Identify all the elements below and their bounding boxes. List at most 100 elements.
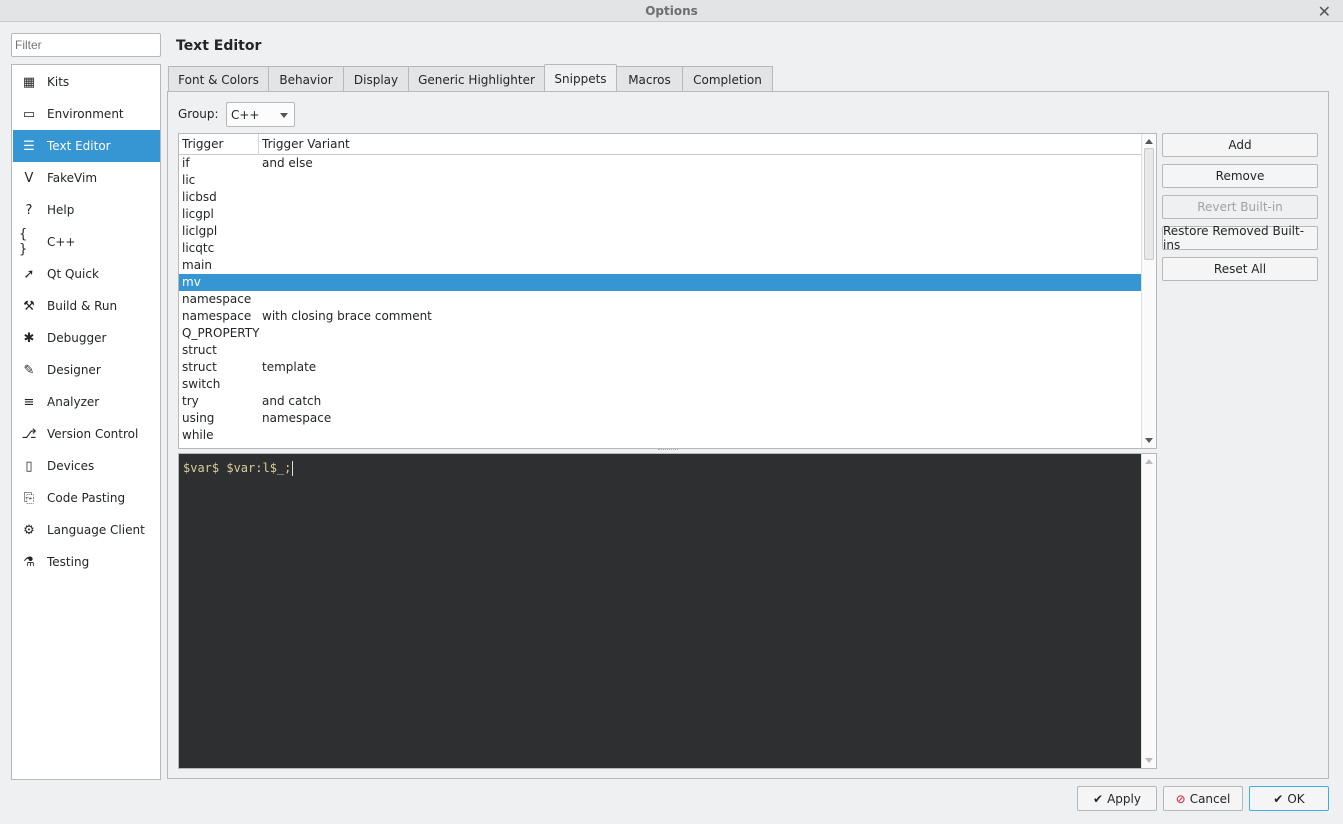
title-bar: Options ✕	[0, 0, 1343, 22]
sidebar-item-label: Testing	[47, 555, 90, 569]
qtquick-icon: ➚	[23, 266, 35, 282]
tab-completion[interactable]: Completion	[682, 66, 773, 92]
table-row[interactable]: try and catch	[179, 393, 1142, 410]
pen-icon: ✎	[23, 362, 35, 378]
scroll-down-icon[interactable]	[1145, 438, 1153, 443]
sidebar-item-label: Analyzer	[47, 395, 100, 409]
sidebar-item-qt-quick[interactable]: ➚ Qt Quick	[13, 258, 160, 290]
table-row[interactable]: liclgpl	[179, 223, 1142, 240]
remove-button[interactable]: Remove	[1162, 164, 1318, 188]
group-label: Group:	[178, 107, 219, 121]
help-icon: ?	[25, 202, 33, 218]
page-title: Text Editor	[176, 38, 262, 54]
revert-builtin-button[interactable]: Revert Built-in	[1162, 195, 1318, 219]
table-row[interactable]: licbsd	[179, 189, 1142, 206]
apply-button[interactable]: ✔ Apply	[1077, 786, 1157, 811]
check-icon: ✔	[1093, 791, 1104, 806]
sidebar-item-label: Help	[47, 203, 75, 217]
table-row[interactable]: while	[179, 427, 1142, 444]
sidebar-item-analyzer[interactable]: ≡ Analyzer	[13, 386, 160, 418]
sidebar-item-debugger[interactable]: ✱ Debugger	[13, 322, 160, 354]
scroll-up-icon[interactable]	[1145, 459, 1153, 464]
table-row[interactable]: mv	[179, 274, 1142, 291]
trigger-cell: struct	[182, 360, 217, 374]
ok-button[interactable]: ✔ OK	[1249, 786, 1329, 811]
sidebar-item-testing[interactable]: ⚗ Testing	[13, 546, 160, 578]
sidebar-item-version-control[interactable]: ⎇ Version Control	[13, 418, 160, 450]
sidebar-item-label: Text Editor	[47, 139, 111, 153]
trigger-cell: while	[182, 428, 214, 442]
ok-label: OK	[1287, 791, 1305, 806]
snippet-editor[interactable]: $var$ $var:l$_;	[178, 453, 1157, 769]
add-button[interactable]: Add	[1162, 133, 1318, 157]
table-row[interactable]: licgpl	[179, 206, 1142, 223]
sidebar-item-label: Build & Run	[47, 299, 118, 313]
close-icon[interactable]: ✕	[1318, 2, 1331, 21]
column-header-trigger[interactable]: Trigger	[182, 137, 223, 151]
scroll-up-icon[interactable]	[1145, 139, 1153, 144]
trigger-cell: mv	[182, 275, 201, 289]
table-row[interactable]: using namespace	[179, 410, 1142, 427]
trigger-cell: liclgpl	[182, 224, 218, 238]
kits-icon: ▦	[22, 74, 36, 90]
variant-cell: and catch	[262, 394, 322, 408]
snippets-table[interactable]: Trigger Trigger Variant if and else lic lic…	[178, 133, 1157, 449]
sidebar-item-environment[interactable]: ▭ Environment	[13, 98, 160, 130]
sidebar-item-code-pasting[interactable]: ⎘ Code Pasting	[13, 482, 160, 514]
table-row[interactable]: main	[179, 257, 1142, 274]
trigger-cell: lic	[182, 173, 196, 187]
filter-input[interactable]	[11, 33, 161, 57]
table-row[interactable]: switch	[179, 376, 1142, 393]
tab-font-colors[interactable]: Font & Colors	[168, 66, 269, 92]
trigger-cell: licbsd	[182, 190, 217, 204]
sidebar-item-build-run[interactable]: ⚒ Build & Run	[13, 290, 160, 322]
table-row[interactable]: namespace with closing brace comment	[179, 308, 1142, 325]
sidebar-item-label: Kits	[47, 75, 70, 89]
editor-scrollbar[interactable]	[1141, 454, 1156, 768]
tab-generic-highlighter[interactable]: Generic Highlighter	[408, 66, 545, 92]
scroll-down-icon[interactable]	[1145, 758, 1153, 763]
table-header: Trigger Trigger Variant	[179, 134, 1142, 155]
sidebar-item-label: Version Control	[47, 427, 139, 441]
snippet-code: $var$ $var:l$_;	[183, 461, 292, 475]
trigger-cell: namespace	[182, 292, 252, 306]
table-row[interactable]: namespace	[179, 291, 1142, 308]
sidebar-item-designer[interactable]: ✎ Designer	[13, 354, 160, 386]
sidebar-item-label: Language Client	[47, 523, 145, 537]
column-divider	[258, 134, 259, 155]
text-cursor	[292, 461, 294, 476]
table-row[interactable]: struct	[179, 342, 1142, 359]
trigger-cell: main	[182, 258, 212, 272]
group-combo[interactable]: C++	[226, 102, 295, 127]
sidebar-item-text-editor[interactable]: ☰ Text Editor	[13, 130, 160, 162]
sidebar-item-help[interactable]: ? Help	[13, 194, 160, 226]
sidebar-item-devices[interactable]: ▯ Devices	[13, 450, 160, 482]
sidebar-item-language-client[interactable]: ⚙ Language Client	[13, 514, 160, 546]
table-row[interactable]: if and else	[179, 155, 1142, 172]
sidebar-item-label: Code Pasting	[47, 491, 126, 505]
scrollbar-thumb[interactable]	[1144, 148, 1154, 260]
table-row[interactable]: Q_PROPERTY	[179, 325, 1142, 342]
devices-icon: ▯	[25, 458, 33, 474]
column-header-variant[interactable]: Trigger Variant	[262, 137, 350, 151]
variant-cell: namespace	[262, 411, 332, 425]
table-scrollbar[interactable]	[1141, 134, 1156, 448]
tab-display[interactable]: Display	[343, 66, 409, 92]
cancel-button[interactable]: ⊘ Cancel	[1163, 786, 1243, 811]
restore-builtins-button[interactable]: Restore Removed Built-ins	[1162, 224, 1318, 252]
sidebar-item-kits[interactable]: ▦ Kits	[13, 66, 160, 98]
table-row[interactable]: struct template	[179, 359, 1142, 376]
trigger-cell: namespace	[182, 309, 252, 323]
tab-snippets[interactable]: Snippets	[544, 64, 617, 93]
apply-label: Apply	[1107, 791, 1141, 806]
table-row[interactable]: licqtc	[179, 240, 1142, 257]
reset-all-button[interactable]: Reset All	[1162, 257, 1318, 281]
cancel-icon: ⊘	[1175, 791, 1186, 806]
trigger-cell: Q_PROPERTY	[182, 326, 260, 340]
tab-behavior[interactable]: Behavior	[268, 66, 344, 92]
tab-macros[interactable]: Macros	[616, 66, 683, 92]
table-row[interactable]: lic	[179, 172, 1142, 189]
sidebar-item-c[interactable]: { } C++	[13, 226, 160, 258]
sidebar-item-fakevim[interactable]: V FakeVim	[13, 162, 160, 194]
text-editor-icon: ☰	[23, 138, 35, 154]
